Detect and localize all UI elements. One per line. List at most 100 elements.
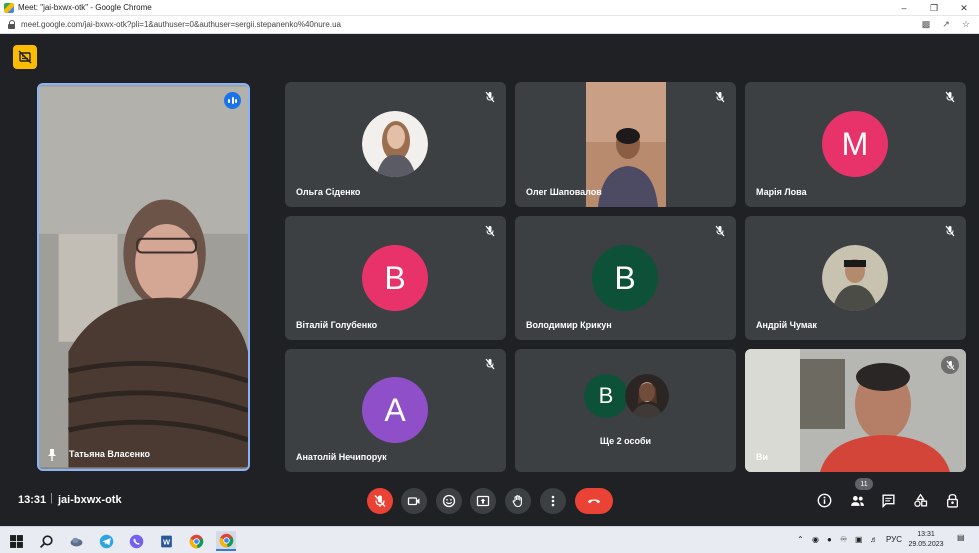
chat-button[interactable] — [879, 491, 897, 509]
mic-off-icon — [945, 91, 955, 103]
captions-off-button[interactable] — [13, 45, 37, 69]
pinned-participant-tile[interactable]: Татьяна Власенко — [37, 83, 250, 471]
taskbar-search-button[interactable] — [36, 531, 56, 551]
lock-person-icon — [946, 493, 958, 508]
participant-tile[interactable]: Олег Шаповалов — [515, 82, 736, 207]
avatar-initial: В — [614, 259, 636, 296]
windows-taskbar: W ⌃ ◉ ● ♾ ▣ ♬ РУС 13:31 29.05.2023 ▤ — [0, 526, 979, 553]
chrome-icon — [219, 533, 233, 547]
tray-date: 29.05.2023 — [908, 541, 944, 548]
pin-icon[interactable] — [47, 449, 57, 461]
people-button[interactable] — [848, 491, 866, 509]
raise-hand-button[interactable] — [505, 488, 531, 514]
viber-icon — [129, 534, 143, 548]
activities-button[interactable] — [911, 491, 929, 509]
taskbar-app-word[interactable]: W — [156, 531, 176, 551]
bookmark-star-icon[interactable]: ☆ — [961, 19, 971, 30]
share-icon[interactable]: ↗ — [941, 19, 951, 30]
participant-tile[interactable]: Андрій Чумак — [745, 216, 966, 340]
participant-avatar — [625, 374, 669, 418]
meeting-controls-bar: 13:31 | jai-bxwx-otk 11 — [0, 478, 979, 524]
participant-video — [39, 86, 248, 468]
participants-count-badge: 11 — [855, 478, 873, 490]
more-options-button[interactable] — [540, 488, 566, 514]
hang-up-icon — [588, 499, 600, 504]
participant-name: Андрій Чумак — [756, 320, 817, 330]
participant-avatar: В — [362, 245, 428, 311]
mic-off-icon — [715, 91, 725, 103]
participant-avatar: В — [592, 245, 658, 311]
host-controls-button[interactable] — [943, 491, 961, 509]
participant-name: Ольга Сіденко — [296, 187, 361, 197]
meeting-code: jai-bxwx-otk — [58, 494, 122, 506]
mic-off-icon — [485, 225, 495, 237]
toggle-mic-button[interactable] — [367, 488, 393, 514]
tray-volume-icon[interactable]: ♬ — [870, 535, 878, 544]
participant-tile[interactable]: M Марія Лова — [745, 82, 966, 207]
video-camera-icon — [407, 497, 420, 506]
search-icon — [39, 534, 53, 548]
tray-time: 13:31 — [917, 531, 935, 538]
tray-language-icon[interactable]: ♾ — [840, 535, 847, 544]
participant-name: Ви — [756, 452, 769, 462]
self-video-tile[interactable]: Ви — [745, 349, 966, 472]
participant-tile[interactable]: Ольга Сіденко — [285, 82, 506, 207]
mic-off-icon — [715, 225, 725, 237]
people-icon — [850, 495, 864, 506]
leave-call-button[interactable] — [575, 488, 613, 514]
emoji-icon — [442, 494, 456, 508]
close-icon[interactable]: ✕ — [949, 0, 979, 16]
lock-icon[interactable] — [8, 20, 16, 29]
browser-title-bar: Meet: "jai-bxwx-otk" - Google Chrome – ❐… — [0, 0, 979, 16]
chat-icon — [881, 493, 895, 508]
taskbar-app-photos[interactable] — [66, 531, 86, 551]
present-screen-button[interactable] — [470, 488, 496, 514]
url-text[interactable]: meet.google.com/jai-bxwx-otk?pli=1&authu… — [21, 20, 341, 29]
participant-name: Анатолій Нечипорук — [296, 452, 387, 462]
address-bar[interactable]: meet.google.com/jai-bxwx-otk?pli=1&authu… — [0, 16, 979, 34]
tray-network-icon[interactable]: ◉ — [812, 535, 819, 544]
present-icon — [476, 495, 490, 507]
participant-avatar — [362, 111, 428, 177]
toggle-camera-button[interactable] — [401, 488, 427, 514]
start-button[interactable] — [6, 531, 26, 551]
taskbar-app-chrome-active[interactable] — [216, 531, 236, 551]
participant-tile[interactable]: A Анатолій Нечипорук — [285, 349, 506, 472]
word-icon: W — [160, 535, 172, 547]
taskbar-app-telegram[interactable] — [96, 531, 116, 551]
mic-off-icon — [485, 358, 495, 370]
taskbar-app-chrome[interactable] — [186, 531, 206, 551]
separator: | — [50, 492, 53, 504]
notifications-icon[interactable]: ▤ — [957, 533, 965, 542]
window-controls: – ❐ ✕ — [889, 0, 979, 16]
camera-in-use-icon[interactable]: ▩ — [921, 19, 931, 30]
participant-tile[interactable]: В Віталій Голубенко — [285, 216, 506, 340]
meeting-details-button[interactable] — [815, 491, 833, 509]
chrome-icon — [189, 534, 203, 548]
avatar-initial: В — [598, 383, 614, 408]
participant-name: Олег Шаповалов — [526, 187, 602, 197]
restore-icon[interactable]: ❐ — [919, 0, 949, 16]
participant-avatar — [822, 245, 888, 311]
meeting-clock: 13:31 — [18, 494, 47, 506]
more-participants-tile[interactable]: В Ще 2 особи — [515, 349, 736, 472]
participant-name: Марія Лова — [756, 187, 807, 197]
speaking-indicator-icon — [224, 92, 241, 109]
mic-off-badge — [941, 356, 959, 374]
svg-text:W: W — [162, 537, 170, 546]
participant-tile[interactable]: В Володимир Крикун — [515, 216, 736, 340]
avatar-initial: В — [384, 259, 406, 296]
window-title: Meet: "jai-bxwx-otk" - Google Chrome — [18, 3, 152, 12]
tray-clock[interactable]: 13:31 29.05.2023 — [904, 530, 948, 550]
reactions-button[interactable] — [436, 488, 462, 514]
participant-name: Володимир Крикун — [526, 320, 612, 330]
tray-mic-icon[interactable]: ● — [827, 535, 832, 544]
tray-monitor-icon[interactable]: ▣ — [855, 535, 863, 544]
meet-favicon-icon — [4, 2, 14, 13]
taskbar-app-viber[interactable] — [126, 531, 146, 551]
participant-avatar: A — [362, 377, 428, 443]
tray-chevron-icon[interactable]: ⌃ — [797, 535, 804, 544]
tray-input-language[interactable]: РУС — [886, 535, 902, 544]
mic-off-icon — [485, 91, 495, 103]
minimize-icon[interactable]: – — [889, 0, 919, 16]
